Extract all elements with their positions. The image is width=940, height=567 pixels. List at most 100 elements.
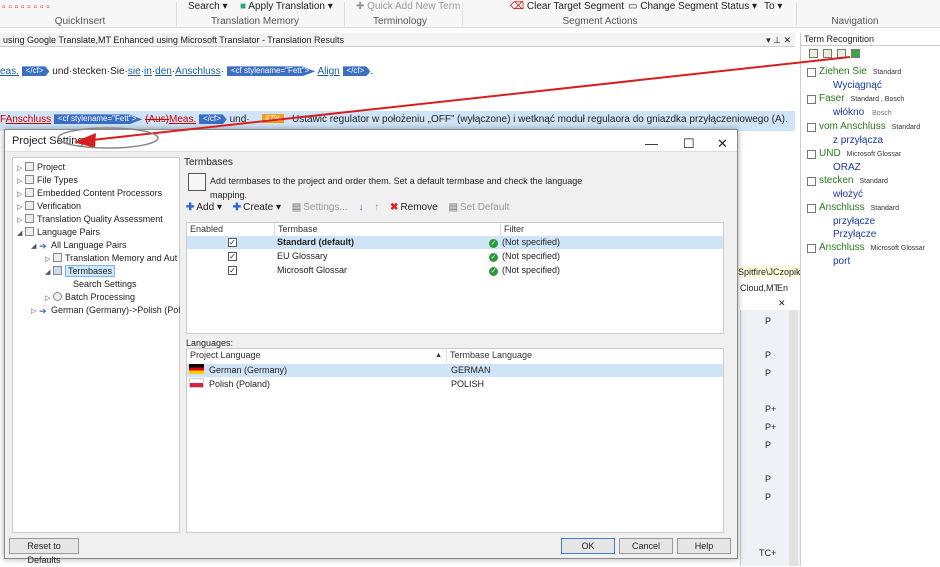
termbase-name: Standard (default) (277, 237, 355, 247)
col-termbase[interactable]: Termbase (275, 223, 501, 236)
search-button[interactable]: Search ▾ (188, 1, 228, 12)
dialog-titlebar[interactable]: Project Settings — ☐ ✕ (5, 130, 737, 152)
table-row[interactable]: ✓ Standard (default) ✓ (Not specified) (187, 236, 723, 249)
add-button[interactable]: ✚ Add ▾ (186, 202, 222, 213)
term-target[interactable]: Przyłącze (807, 228, 940, 241)
term-source[interactable]: stecken Standard (807, 174, 940, 188)
to-button[interactable]: To ▾ (764, 1, 782, 12)
project-settings-dialog: Project Settings — ☐ ✕ ▷ Project ▷ File Ty… (4, 129, 738, 565)
tree-item-tqa[interactable]: ▷ Translation Quality Assessment (17, 213, 163, 226)
close-icon[interactable]: ✕ (717, 133, 728, 155)
termbase-icon[interactable] (851, 49, 860, 58)
status-value: P (765, 368, 772, 378)
section-title: Termbases (184, 157, 233, 168)
ok-button[interactable]: OK (561, 538, 615, 554)
term-recognition-panel: Term Recognition Ziehen Sie Standard Wyci… (800, 33, 940, 566)
term-target[interactable]: włożyć (807, 188, 940, 201)
scrollbar[interactable] (789, 310, 798, 566)
term-target[interactable]: przyłącze (807, 215, 940, 228)
filter-value: (Not specified) (502, 237, 561, 247)
check-circle-icon: ✓ (489, 253, 498, 262)
german-flag-icon (189, 364, 204, 374)
term-source[interactable]: vom Anschluss Standard (807, 120, 940, 134)
enabled-checkbox[interactable]: ✓ (228, 266, 237, 275)
status-value: P (765, 350, 772, 360)
table-row[interactable]: Polish (Poland) POLISH (187, 378, 723, 391)
status-value: TC+ (759, 548, 777, 558)
enabled-checkbox[interactable]: ✓ (228, 252, 237, 261)
termbase-name: Microsoft Glossar (277, 265, 348, 275)
tree-item-verification[interactable]: ▷ Verification (17, 200, 81, 213)
col-project-language[interactable]: Project Language ▲ (187, 349, 447, 362)
tree-item-file-types[interactable]: ▷ File Types (17, 174, 78, 187)
move-up-icon[interactable]: ↑ (374, 202, 379, 213)
tree-item-de-pl[interactable]: ▷ ➔ German (Germany)->Polish (Pol (31, 304, 180, 317)
dialog-title: Project Settings (12, 135, 90, 147)
clear-icon: ⌫ (510, 1, 525, 12)
help-button[interactable]: Help (677, 538, 731, 554)
term-target[interactable]: z przyłącza (807, 134, 940, 147)
table-row[interactable]: ✓ Microsoft Glossar ✓ (Not specified) (187, 264, 723, 277)
filter-value: (Not specified) (502, 251, 561, 261)
tree-item-all-language-pairs[interactable]: ◢ ➔ All Language Pairs (31, 239, 127, 252)
term-source[interactable]: Faser Standard , Bosch (807, 92, 940, 106)
termbase-toolbar: ✚ Add ▾ ✚ Create ▾ ▤ Settings... ↓ ↑ ✖ Remov… (186, 202, 517, 218)
tree-item-tm-automation[interactable]: ▷ Translation Memory and Aut (45, 252, 177, 265)
term-view-icon[interactable] (823, 49, 832, 58)
panel-pin-close-icons[interactable]: ▾ ⊥ ✕ (766, 33, 791, 47)
term-target[interactable]: włókno Bosch (807, 106, 940, 120)
create-button[interactable]: ✚ Create ▾ (233, 202, 281, 213)
col-filter[interactable]: Filter (501, 223, 723, 236)
target-text[interactable]: Ustawić regulator w położeniu „OFF” (wył… (292, 114, 788, 125)
maximize-icon[interactable]: ☐ (683, 133, 695, 155)
add-icon: ✚ (186, 202, 195, 213)
termbase-language: GERMAN (451, 365, 491, 375)
minimize-icon[interactable]: — (645, 133, 658, 155)
close-icon[interactable]: ✕ (778, 298, 786, 309)
apply-translation-button[interactable]: ■ Apply Translation ▾ (240, 1, 333, 12)
term-source[interactable]: Anschluss Standard (807, 201, 940, 215)
term-source[interactable]: Ziehen Sie Standard (807, 65, 940, 79)
quickinsert-icons[interactable]: ▫ ▫ ▫ ▫ ▫ ▫ ▫ ▫ (2, 2, 50, 13)
change-segment-status-button[interactable]: ▭ Change Segment Status ▾ (628, 1, 757, 12)
languages-label: Languages: (186, 338, 234, 348)
col-enabled[interactable]: Enabled (187, 223, 275, 236)
create-icon: ✚ (232, 202, 242, 213)
check-circle-icon: ✓ (489, 239, 498, 248)
term-source[interactable]: UND Microsoft Glossar (807, 147, 940, 161)
editor-active-segment[interactable]: FAnschluss <cf stylename="Fett"> (Aus)Me… (0, 111, 795, 131)
termbase-language: POLISH (451, 379, 485, 389)
polish-flag-icon (189, 378, 204, 388)
col-termbase-language[interactable]: Termbase Language (447, 349, 723, 362)
reset-to-defaults-button[interactable]: Reset to Defaults (9, 538, 79, 565)
enabled-checkbox[interactable]: ✓ (228, 238, 237, 247)
quick-add-new-term-button[interactable]: ✚ Quick Add New Term (356, 1, 460, 12)
termbase-name: EU Glossary (277, 251, 328, 261)
status-value: P (765, 440, 772, 450)
settings-icon: ▤ (291, 202, 302, 213)
term-target[interactable]: ORAZ (807, 161, 940, 174)
set-default-button[interactable]: ▤ Set Default (448, 202, 509, 213)
term-target[interactable]: port (807, 255, 940, 268)
tree-item-search-settings[interactable]: Search Settings (73, 278, 137, 291)
remove-icon: ✖ (390, 202, 399, 213)
table-row[interactable]: ✓ EU Glossary ✓ (Not specified) (187, 250, 723, 263)
tree-item-language-pairs[interactable]: ◢ Language Pairs (17, 226, 100, 239)
clear-target-segment-button[interactable]: ⌫ Clear Target Segment (510, 1, 624, 12)
settings-tree: ▷ Project ▷ File Types ▷ Embedded Content P… (12, 157, 180, 533)
table-row[interactable]: German (Germany) GERMAN (187, 364, 723, 377)
editor-source-line[interactable]: eas. </cf> und·stecken·Sie·sie·in·den·An… (0, 66, 373, 77)
settings-button[interactable]: ▤ Settings... (292, 202, 348, 213)
cancel-button[interactable]: Cancel (619, 538, 673, 554)
tree-item-termbases[interactable]: ◢ Termbases (45, 265, 116, 278)
tree-item-project[interactable]: ▷ Project (17, 161, 65, 174)
tree-item-embedded-content[interactable]: ▷ Embedded Content Processors (17, 187, 162, 200)
move-down-icon[interactable]: ↓ (358, 202, 363, 213)
term-source[interactable]: Anschluss Microsoft Glossar (807, 241, 940, 255)
term-edit-icon[interactable] (837, 49, 846, 58)
quick-add-icon: ✚ (356, 1, 365, 12)
term-target[interactable]: Wyciągnąć (807, 79, 940, 92)
remove-button[interactable]: ✖ Remove (390, 202, 438, 213)
term-search-icon[interactable] (809, 49, 818, 58)
tree-item-batch-processing[interactable]: ▷ Batch Processing (45, 291, 135, 304)
